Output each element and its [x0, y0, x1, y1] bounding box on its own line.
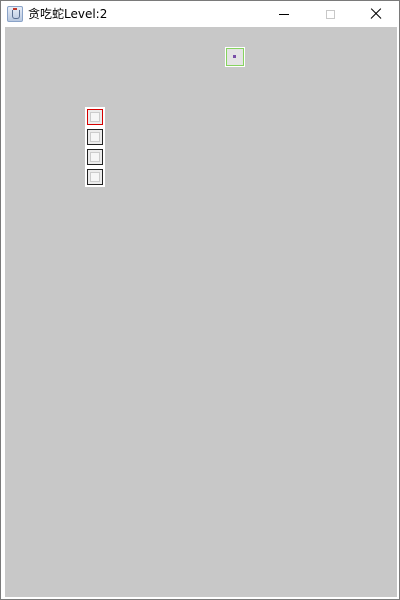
- snake-body-segment: [85, 127, 105, 147]
- title-bar[interactable]: 贪吃蛇Level:2: [1, 1, 399, 27]
- board-grid: [5, 27, 397, 597]
- game-board[interactable]: [5, 27, 397, 597]
- close-button[interactable]: [353, 1, 399, 27]
- minimize-button[interactable]: [261, 1, 307, 27]
- maximize-icon: [325, 9, 335, 19]
- food-item: [225, 47, 245, 67]
- close-icon: [370, 8, 382, 20]
- maximize-button: [307, 1, 353, 27]
- snake-body-segment: [85, 167, 105, 187]
- game-window: 贪吃蛇Level:2: [0, 0, 400, 600]
- java-cup-icon[interactable]: [7, 6, 23, 22]
- minimize-icon: [279, 13, 289, 15]
- snake-body-segment: [85, 147, 105, 167]
- snake-head: [85, 107, 105, 127]
- window-title: 贪吃蛇Level:2: [28, 7, 108, 21]
